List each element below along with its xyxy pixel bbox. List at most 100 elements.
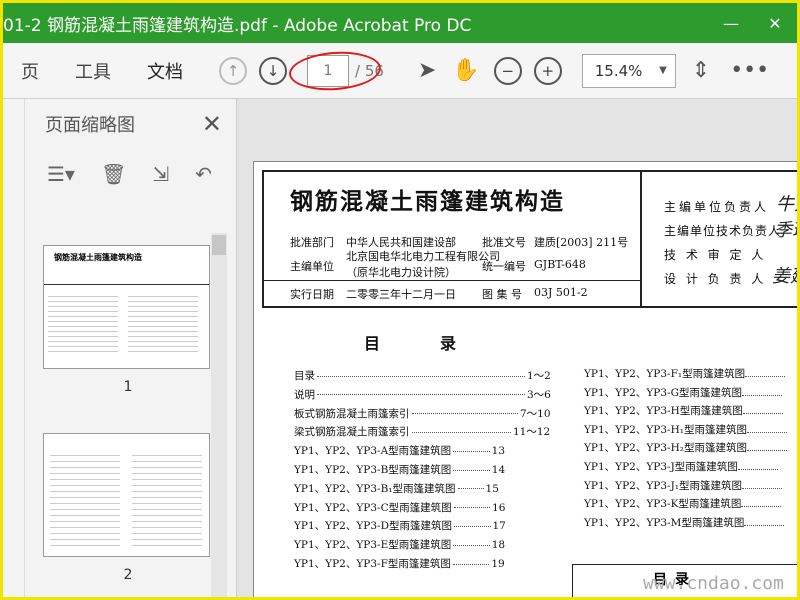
toc-entry-name: YP1、YP2、YP3-B₁型雨篷建筑图 — [294, 482, 456, 495]
divider — [640, 172, 642, 306]
toc-row[interactable]: 说明 3～6 — [294, 387, 551, 402]
scrollbar-thumb[interactable] — [212, 235, 226, 255]
insert-page-icon[interactable]: ⇲ — [152, 162, 169, 186]
fit-page-icon[interactable]: ⇕ — [692, 58, 710, 83]
meta-value: （原华北电力设计院） — [346, 266, 456, 279]
toc-leader — [742, 413, 783, 415]
toc-row[interactable]: YP1、YP2、YP3-D型雨篷建筑图 17 — [294, 518, 506, 533]
divider — [264, 280, 640, 281]
tab-document[interactable]: 文档 — [129, 43, 201, 99]
close-icon[interactable]: ✕ — [202, 110, 222, 138]
meta-value: 03J 501-2 — [534, 286, 588, 299]
toc-entry-page: 14 — [491, 464, 506, 476]
toc-leader — [453, 507, 491, 509]
zoom-select[interactable]: 15.4% ▼ — [581, 53, 676, 88]
toc-row[interactable]: YP1、YP2、YP3-B₁型雨篷建筑图 15 — [294, 481, 499, 496]
toc-leader — [411, 413, 518, 415]
toc-leader — [453, 544, 490, 546]
toc-row[interactable]: YP1、YP2、YP3-A型雨篷建筑图 13 — [294, 443, 505, 458]
close-button[interactable]: ✕ — [753, 3, 797, 43]
toc-row[interactable]: YP1、YP2、YP3-C型雨篷建筑图 16 — [294, 500, 506, 515]
zoom-out-icon[interactable]: − — [493, 56, 522, 85]
responsible-label: 主编单位负责人 — [664, 200, 770, 214]
toc-title: 目录 — [364, 334, 517, 353]
left-rail — [3, 99, 25, 597]
toc-entry-page: 3～6 — [527, 388, 551, 401]
thumbnail-label-1: 1 — [123, 379, 133, 395]
zoom-in-icon[interactable]: + — [533, 56, 562, 85]
meta-label: 批准部门 — [290, 236, 334, 249]
responsible-label: 设 计 负 责 人 — [664, 272, 767, 286]
minimize-button[interactable]: — — [709, 3, 753, 43]
toc-entry-name: 目录 — [294, 370, 315, 382]
watermark: www.cndao.com — [643, 573, 784, 594]
toc-leader — [745, 376, 786, 377]
toc-leader — [317, 375, 525, 377]
panel-tools: ☰▾ 🗑 ⇲ ↶ — [25, 149, 236, 199]
meta-label: 统一编号 — [482, 260, 526, 273]
options-menu-icon[interactable]: ☰▾ — [47, 162, 75, 186]
toc-entry-page: 1～2 — [527, 370, 551, 382]
toc-leader — [317, 394, 525, 396]
toc-row[interactable]: 板式钢筋混凝土雨篷索引 7～10 — [294, 406, 551, 421]
toc-row[interactable]: YP1、YP2、YP3-F₁型雨篷建筑图 — [584, 366, 786, 381]
page-thumbnail-1[interactable]: 钢筋混凝土雨篷建筑构造 — [43, 245, 210, 369]
toc-entry-name: YP1、YP2、YP3-A型雨篷建筑图 — [294, 445, 452, 458]
toc-leader — [411, 431, 511, 433]
toc-entry-page: 17 — [492, 520, 506, 533]
meta-label: 主编单位 — [290, 260, 334, 273]
toc-leader — [746, 450, 787, 452]
toc-leader — [453, 469, 490, 471]
page-thumbnail-2[interactable] — [43, 433, 210, 557]
tab-tools[interactable]: 工具 — [57, 43, 129, 99]
toc-leader — [741, 394, 782, 396]
thumbnail-scrollbar[interactable] — [211, 233, 227, 597]
toc-row[interactable]: YP1、YP2、YP3-J型雨篷建筑图 — [584, 459, 778, 474]
document-title: 钢筋混凝土雨篷建筑构造 — [290, 188, 565, 215]
toc-entry-name: YP1、YP2、YP3-G型雨篷建筑图 — [584, 386, 742, 399]
signature: 姜建 — [772, 266, 797, 287]
toc-row[interactable]: YP1、YP2、YP3-H型雨篷建筑图 — [584, 403, 783, 418]
toc-entry-page: 19 — [491, 558, 505, 570]
toc-entry-page: 11～12 — [513, 426, 551, 439]
toc-entry-page: 16 — [492, 501, 506, 514]
toc-row[interactable]: 目录 1～2 — [294, 368, 551, 383]
window-title: 01-2 钢筋混凝土雨篷建筑构造.pdf - Adobe Acrobat Pro… — [3, 15, 472, 36]
tab-home[interactable]: 页 — [3, 43, 57, 99]
trash-icon[interactable]: 🗑 — [101, 162, 126, 186]
toc-entry-name: YP1、YP2、YP3-J₁型雨篷建筑图 — [584, 479, 742, 492]
toc-row[interactable]: YP1、YP2、YP3-H₂型雨篷建筑图 — [584, 440, 787, 455]
toc-row[interactable]: 梁式钢筋混凝土雨篷索引 11～12 — [294, 424, 550, 439]
toc-row[interactable]: YP1、YP2、YP3-B型雨篷建筑图 14 — [294, 462, 505, 477]
toc-leader — [453, 450, 490, 452]
select-cursor-icon[interactable]: ➤ — [418, 58, 436, 83]
more-options-icon[interactable]: ••• — [730, 58, 769, 83]
toc-entry-page: 18 — [491, 539, 506, 552]
toc-leader — [741, 506, 782, 508]
meta-value: 北京国电华北电力工程有限公司 — [346, 250, 500, 263]
panel-header: 页面缩略图 ✕ — [25, 99, 236, 149]
toc-leader — [452, 563, 490, 565]
window-controls: — ✕ — [709, 3, 797, 43]
prev-page-icon[interactable]: ↑ — [219, 56, 247, 85]
next-page-icon[interactable]: ↓ — [259, 56, 287, 85]
toc-entry-name: 梁式钢筋混凝土雨篷索引 — [294, 426, 410, 439]
meta-label: 图 集 号 — [482, 288, 522, 301]
hand-tool-icon[interactable]: ✋ — [452, 58, 479, 83]
toc-row[interactable]: YP1、YP2、YP3-M型雨篷建筑图 — [584, 515, 785, 530]
title-bar: 01-2 钢筋混凝土雨篷建筑构造.pdf - Adobe Acrobat Pro… — [3, 3, 797, 43]
toc-row[interactable]: YP1、YP2、YP3-H₁型雨篷建筑图 — [584, 422, 787, 437]
panel-title: 页面缩略图 — [45, 115, 135, 136]
meta-value: GJBT-648 — [534, 258, 586, 271]
toc-entry-name: 说明 — [294, 388, 315, 401]
toc-entry-page: 7～10 — [520, 407, 551, 420]
toc-entry-name: YP1、YP2、YP3-H型雨篷建筑图 — [584, 405, 743, 418]
toc-row[interactable]: YP1、YP2、YP3-J₁型雨篷建筑图 — [584, 478, 782, 493]
toc-row[interactable]: YP1、YP2、YP3-F型雨篷建筑图 19 — [294, 556, 505, 571]
responsible-label: 技 术 审 定 人 — [664, 248, 767, 262]
undo-icon[interactable]: ↶ — [195, 162, 212, 186]
toc-row[interactable]: YP1、YP2、YP3-K型雨篷建筑图 — [584, 496, 782, 511]
toc-row[interactable]: YP1、YP2、YP3-E型雨篷建筑图 18 — [294, 537, 505, 552]
app-window: 01-2 钢筋混凝土雨篷建筑构造.pdf - Adobe Acrobat Pro… — [0, 0, 800, 600]
toc-row[interactable]: YP1、YP2、YP3-G型雨篷建筑图 — [584, 385, 782, 400]
